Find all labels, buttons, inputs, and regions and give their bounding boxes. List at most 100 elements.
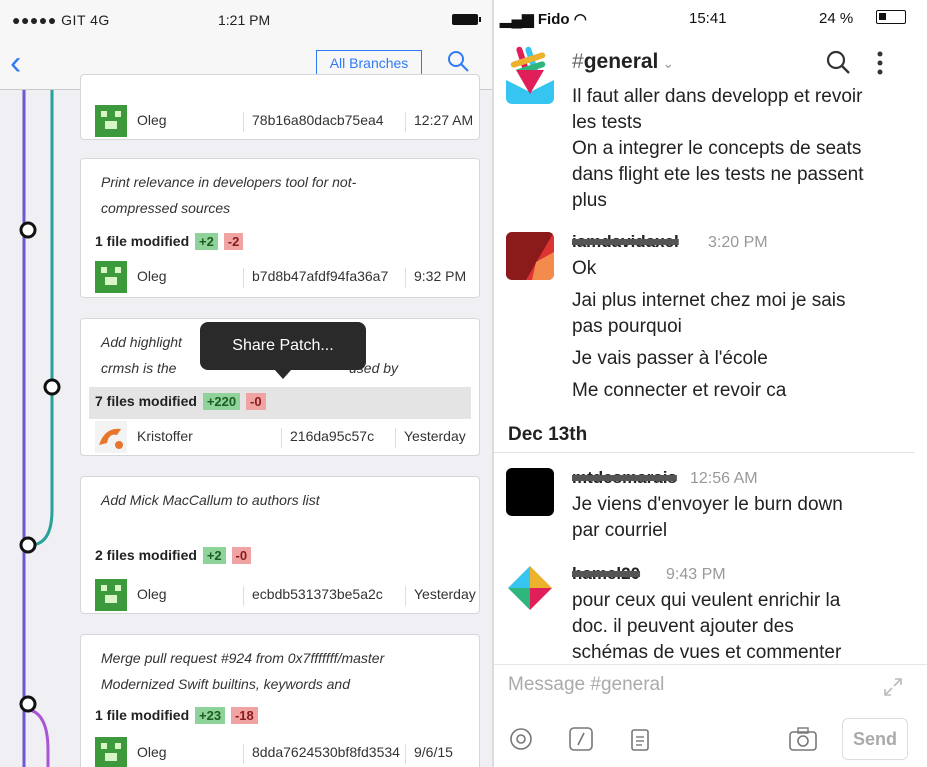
commit-meta: Oleg 78b16a80dacb75ea4 12:27 AM: [95, 103, 475, 137]
additions-badge: +2: [202, 547, 226, 564]
mention-icon[interactable]: [508, 726, 534, 752]
commit-node[interactable]: [19, 536, 37, 554]
commit-author: Kristoffer: [137, 428, 193, 444]
commit-author: Oleg: [137, 112, 167, 128]
camera-icon[interactable]: [788, 726, 818, 752]
commit-card[interactable]: Print relevance in developers tool for n…: [80, 158, 480, 298]
carrier-label: ▂▄▆ Fido ◠: [500, 11, 587, 28]
search-icon[interactable]: [824, 48, 852, 76]
share-patch-tooltip[interactable]: Share Patch...: [200, 322, 366, 379]
message-text: dans flight ete les tests ne passent: [572, 164, 864, 185]
files-modified: 2 files modified +2 -0: [95, 547, 252, 564]
commit-sha: ecbdb531373be5a2c: [243, 586, 403, 606]
commit-author: Oleg: [137, 744, 167, 760]
message-timestamp: 12:56 AM: [690, 470, 758, 487]
search-icon[interactable]: [446, 49, 470, 73]
message-timestamp: 3:20 PM: [708, 234, 768, 251]
message-text: pour ceux qui veulent enrichir la: [572, 590, 841, 611]
message-username[interactable]: mtdesmarais: [572, 468, 677, 488]
more-options-icon[interactable]: [876, 50, 884, 76]
commit-message: Print relevance in developers tool for n…: [101, 174, 357, 216]
additions-badge: +23: [195, 707, 226, 724]
commit-message: Merge pull request #924 from 0x7fffffff/…: [101, 650, 385, 692]
commit-node[interactable]: [43, 378, 61, 396]
message-text: pas pourquoi: [572, 316, 682, 337]
commit-time: 9:32 PM: [405, 268, 466, 288]
commit-sha: 8dda7624530bf8fd3534: [243, 744, 403, 764]
commit-time: Yesterday: [395, 428, 466, 448]
commit-time: Yesterday: [405, 586, 476, 606]
commit-card[interactable]: Add Mick MacCallum to authors list 2 fil…: [80, 476, 480, 614]
message-input[interactable]: Message #general: [508, 674, 664, 696]
commit-meta: Kristoffer 216da95c57c Yesterday: [95, 419, 475, 453]
avatar: [95, 737, 127, 767]
message-text: doc. il peuvent ajouter des: [572, 616, 794, 637]
message-text: les tests: [572, 112, 642, 133]
status-bar: ●●●●● GIT 4G 1:21 PM: [0, 0, 492, 38]
status-bar: ▂▄▆ Fido ◠ 15:41 24 %: [494, 0, 927, 36]
commit-meta: Oleg 8dda7624530bf8fd3534 9/6/15: [95, 735, 475, 767]
commit-card[interactable]: Merge pull request #924 from 0x7fffffff/…: [80, 634, 480, 767]
message-timestamp: 9:43 PM: [666, 566, 726, 583]
carrier-label: ●●●●● GIT 4G: [12, 12, 110, 28]
message-username[interactable]: iamdavidaxel: [572, 232, 679, 252]
back-chevron-icon[interactable]: ‹: [10, 46, 21, 80]
status-time: 15:41: [689, 10, 727, 27]
message-username[interactable]: hamel20: [572, 564, 640, 584]
message-text: Je vais passer à l'école: [572, 348, 768, 369]
send-button[interactable]: Send: [842, 718, 908, 760]
deletions-badge: -2: [223, 233, 244, 250]
message-text: On a integrer le concepts de seats: [572, 138, 862, 159]
files-modified: 1 file modified +23 -18: [95, 707, 258, 724]
expand-icon[interactable]: [882, 676, 904, 698]
message-text: Il faut aller dans developp et revoir: [572, 86, 863, 107]
channel-header: #general ⌄: [494, 36, 927, 88]
deletions-badge: -0: [231, 547, 252, 564]
composer-divider: [494, 664, 927, 665]
commit-sha: 78b16a80dacb75ea4: [243, 112, 403, 132]
avatar: [95, 261, 127, 293]
commit-message: Add Mick MacCallum to authors list: [101, 492, 320, 508]
additions-badge: +220: [202, 393, 241, 410]
message-text: Ok: [572, 258, 597, 279]
all-branches-button[interactable]: All Branches: [316, 50, 422, 76]
commit-sha: 216da95c57c: [281, 428, 393, 448]
commit-node[interactable]: [19, 221, 37, 239]
message-text: Jai plus internet chez moi je sais: [572, 290, 846, 311]
commit-time: 12:27 AM: [405, 112, 473, 132]
files-modified: 1 file modified +2 -2: [95, 233, 244, 250]
commit-meta: Oleg ecbdb531373be5a2c Yesterday: [95, 577, 476, 611]
snippet-icon[interactable]: [626, 726, 652, 752]
commit-author: Oleg: [137, 268, 167, 284]
commit-card[interactable]: Oleg 78b16a80dacb75ea4 12:27 AM: [80, 74, 480, 140]
battery-percent: 24 %: [819, 10, 854, 27]
additions-badge: +2: [195, 233, 218, 250]
date-separator: Dec 13th: [508, 424, 588, 445]
status-time: 1:21 PM: [218, 12, 271, 28]
commit-time: 9/6/15: [405, 744, 453, 764]
commit-node[interactable]: [19, 695, 37, 713]
avatar[interactable]: [506, 468, 554, 516]
avatar[interactable]: [506, 564, 554, 612]
message-text: Je viens d'envoyer le burn down: [572, 494, 843, 515]
avatar[interactable]: [506, 70, 554, 104]
slack-screen: ▂▄▆ Fido ◠ 15:41 24 % #general ⌄ Il faut …: [494, 0, 927, 767]
avatar[interactable]: [506, 232, 554, 280]
divider-line: [494, 452, 914, 453]
git-client-screen: ●●●●● GIT 4G 1:21 PM ‹ All Branches Oleg…: [0, 0, 492, 767]
channel-title[interactable]: #general ⌄: [572, 50, 674, 74]
message-text: plus: [572, 190, 607, 211]
commit-meta: Oleg b7d8b47afdf94fa36a7 9:32 PM: [95, 259, 475, 293]
slash-command-icon[interactable]: [568, 726, 594, 752]
branch-graph: [19, 90, 61, 767]
wifi-icon: ◠: [573, 11, 587, 28]
deletions-badge: -18: [230, 707, 258, 724]
commit-sha: b7d8b47afdf94fa36a7: [243, 268, 403, 288]
files-modified: 7 files modified +220 -0: [95, 393, 266, 410]
chevron-down-icon: ⌄: [662, 55, 675, 71]
message-text: schémas de vues et commenter: [572, 642, 842, 663]
message-text: par courriel: [572, 520, 668, 541]
avatar: [95, 421, 127, 453]
commit-author: Oleg: [137, 586, 167, 602]
avatar: [95, 105, 127, 137]
